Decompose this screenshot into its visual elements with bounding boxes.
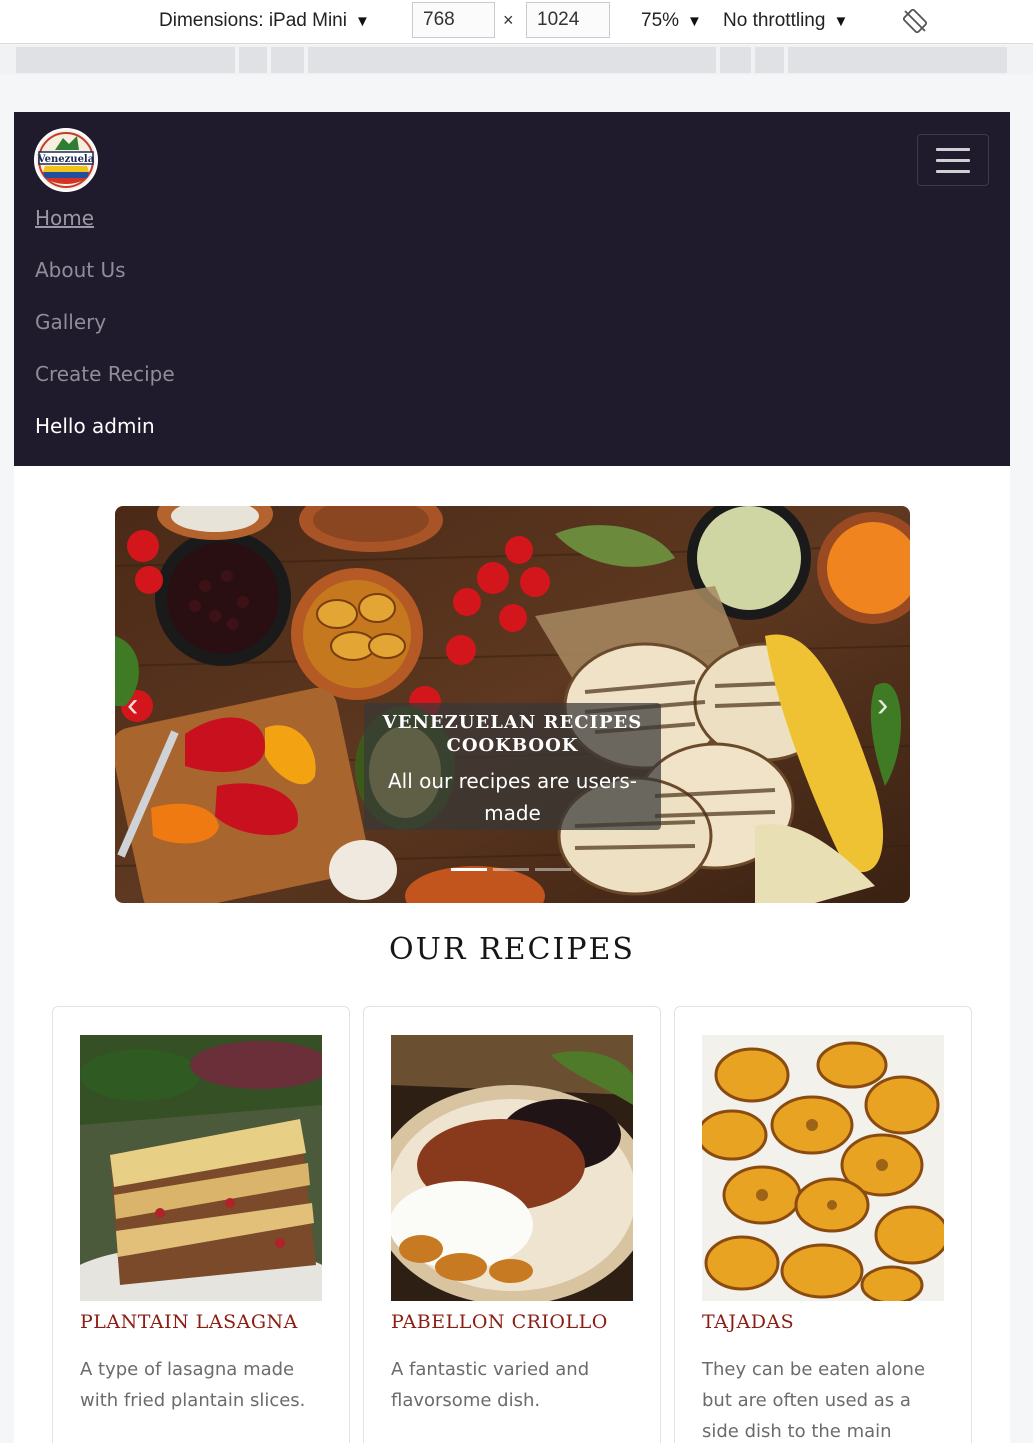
carousel-indicator[interactable] [535,868,571,871]
throttling-label: No throttling [723,10,826,31]
recipe-card[interactable]: PLANTAIN LASAGNA A type of lasagna made … [52,1006,350,1443]
venezuela-logo[interactable]: Venezuela [33,128,99,192]
nav-link-gallery[interactable]: Gallery [35,310,175,362]
hero-title-line1: VENEZUELAN RECIPES [382,712,643,733]
nav-user-greeting[interactable]: Hello admin [35,414,175,466]
recipe-description: They can be eaten alone but are often us… [702,1359,926,1442]
recipe-card[interactable]: TAJADAS They can be eaten alone but are … [674,1006,972,1443]
media-query-ruler [0,45,1033,75]
zoom-label: 75% [641,10,680,31]
recipe-image[interactable] [702,1035,944,1301]
dimensions-dropdown[interactable]: Dimensions: iPad Mini ▼ [159,0,370,42]
navbar-toggle-button[interactable] [917,134,989,186]
recipe-title[interactable]: TAJADAS [702,1311,794,1333]
nav-link-create-recipe[interactable]: Create Recipe [35,362,175,414]
zoom-dropdown[interactable]: 75% ▼ [641,0,702,42]
recipe-title[interactable]: PLANTAIN LASAGNA [80,1311,298,1333]
hamburger-line [936,158,970,162]
nav-menu: Home About Us Gallery Create Recipe Hell… [35,206,175,466]
carousel-indicator[interactable] [493,868,529,871]
throttling-dropdown[interactable]: No throttling ▼ [723,0,848,42]
dimensions-label: Dimensions: iPad Mini [159,10,347,31]
device-toolbar: Dimensions: iPad Mini ▼ 768 × 1024 75% ▼… [0,0,1033,44]
width-input[interactable]: 768 [412,2,495,38]
recipe-description: A fantastic varied and flavorsome dish. [391,1359,590,1411]
carousel-next-icon[interactable]: › [877,686,888,725]
carousel-indicators [451,868,571,871]
recipe-title[interactable]: PABELLON CRIOLLO [391,1311,608,1333]
nav-link-home[interactable]: Home [35,206,175,258]
chevron-down-icon: ▼ [354,12,370,30]
hero-caption: VENEZUELAN RECIPES COOKBOOK All our reci… [364,703,661,830]
chevron-down-icon: ▼ [687,12,702,30]
times-sign: × [503,10,514,30]
hamburger-line [936,147,970,151]
recipe-image[interactable] [80,1035,322,1301]
hero-subtitle-line1: All our recipes are users- [387,769,638,793]
height-input[interactable]: 1024 [526,2,610,38]
nav-link-about-us[interactable]: About Us [35,258,175,310]
recipe-card[interactable]: PABELLON CRIOLLO A fantastic varied and … [363,1006,661,1443]
logo-text: Venezuela [37,154,95,165]
hamburger-line [936,169,970,173]
hero-title-line2: COOKBOOK [446,735,579,756]
section-title: OUR RECIPES [389,932,635,967]
hero-carousel: ‹ › VENEZUELAN RECIPES COOKBOOK All our … [115,506,910,903]
recipe-description: A type of lasagna made with fried planta… [80,1359,306,1411]
rotate-icon[interactable] [902,8,928,34]
carousel-indicator[interactable] [451,868,487,871]
chevron-down-icon: ▼ [833,12,849,30]
navbar: Venezuela Home About Us Gallery Create R… [14,112,1010,466]
page-viewport: Venezuela Home About Us Gallery Create R… [14,112,1010,1443]
hero-subtitle-line2: made [484,801,541,825]
carousel-prev-icon[interactable]: ‹ [127,686,138,725]
recipe-image[interactable] [391,1035,633,1301]
